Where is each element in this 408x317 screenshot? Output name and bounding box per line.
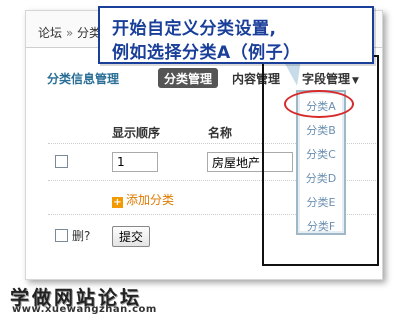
dropdown-item-c[interactable]: 分类C <box>298 146 344 162</box>
callout-line-1: 开始自定义分类设置, <box>112 19 277 39</box>
delete-label: 删? <box>72 229 91 243</box>
column-header-name: 名称 <box>208 126 233 140</box>
dropdown-item-f[interactable]: 分类F <box>298 218 344 234</box>
add-category-link[interactable]: + 添加分类 <box>112 191 174 208</box>
tab-category-management[interactable]: 分类管理 <box>158 68 219 88</box>
highlight-circle <box>284 90 354 118</box>
display-order-input[interactable] <box>112 152 158 172</box>
submit-button[interactable]: 提交 <box>112 226 151 247</box>
breadcrumb-forum-link[interactable]: 论坛 <box>38 26 62 40</box>
instruction-callout: 开始自定义分类设置, 例如选择分类A（例子） <box>98 6 374 64</box>
column-header-order: 显示顺序 <box>112 126 161 140</box>
plus-icon: + <box>112 197 123 208</box>
breadcrumb-separator: » <box>65 26 74 40</box>
dropdown-item-b[interactable]: 分类B <box>298 122 344 138</box>
section-title: 分类信息管理 <box>47 72 120 86</box>
dropdown-item-e[interactable]: 分类E <box>298 194 344 210</box>
callout-line-2: 例如选择分类A（例子） <box>112 43 301 63</box>
delete-all-checkbox[interactable] <box>55 229 68 242</box>
add-category-label: 添加分类 <box>126 193 175 207</box>
row-select-checkbox[interactable] <box>55 155 68 168</box>
dropdown-item-d[interactable]: 分类D <box>298 170 344 186</box>
breadcrumb: 论坛 » 分类 <box>38 24 101 41</box>
watermark-url: www.xuewangzhan.com <box>12 304 157 315</box>
